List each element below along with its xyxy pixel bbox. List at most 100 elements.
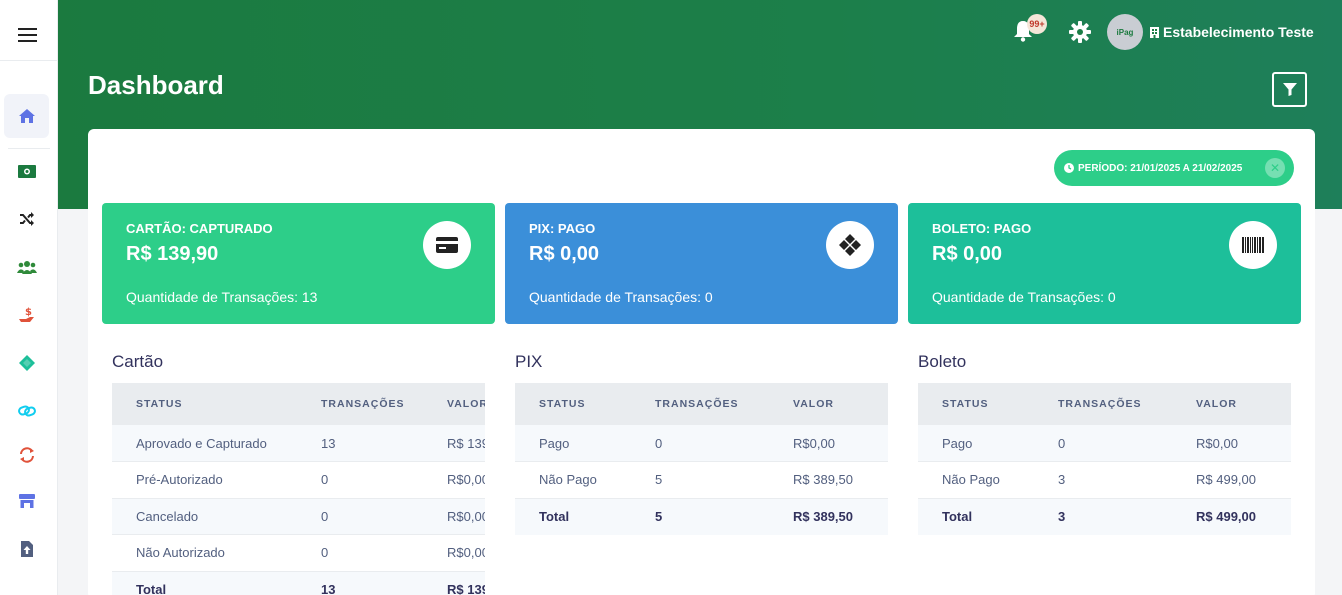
table-row: Pago 0 R$0,00: [515, 425, 888, 462]
sidebar-item-store[interactable]: [4, 479, 49, 523]
table-row: Pré-Autorizado 0 R$0,00: [112, 461, 485, 499]
sidebar-item-links[interactable]: [4, 389, 49, 433]
status-cell: Total: [918, 498, 1034, 535]
stat-icon-circle: [1229, 221, 1277, 269]
column-header: TRANSAÇÕES: [297, 383, 423, 425]
store-icon: [18, 494, 35, 508]
column-header: VALOR: [769, 383, 888, 425]
status-cell: Cancelado: [112, 498, 297, 535]
filter-icon: [1282, 83, 1297, 96]
credit-card-icon: [436, 237, 458, 253]
table-row: Não Autorizado 0 R$0,00: [112, 534, 485, 572]
avatar-logo-text: iPag: [1116, 27, 1134, 37]
column-header: VALOR: [1172, 383, 1291, 425]
transactions-cell: 0: [631, 425, 769, 462]
clock-icon: [1064, 163, 1074, 173]
period-filter-chip: PERÍODO: 21/01/2025 A 21/02/2025 ✕: [1054, 150, 1294, 186]
value-cell: R$0,00: [1172, 425, 1291, 462]
transactions-cell: 13: [297, 425, 423, 462]
sidebar-item-finance[interactable]: [4, 149, 49, 193]
link-icon: [17, 405, 36, 417]
settings-button[interactable]: [1069, 21, 1091, 43]
home-icon: [18, 109, 35, 123]
status-cell: Pago: [918, 425, 1034, 462]
transactions-cell: 5: [631, 498, 769, 535]
stat-value: R$ 139,90: [126, 243, 219, 265]
avatar[interactable]: iPag: [1107, 14, 1143, 50]
sync-icon: [19, 447, 34, 463]
pix-table: STATUS TRANSAÇÕES VALOR Pago 0 R$0,00 Não …: [515, 383, 888, 535]
stat-card-pix: PIX: PAGO R$ 0,00 Quantidade de Transaçõ…: [505, 203, 898, 324]
close-icon: ✕: [1269, 161, 1281, 175]
stat-label: PIX: PAGO: [529, 221, 596, 236]
value-cell: R$ 139,90: [423, 571, 485, 595]
transactions-cell: 5: [631, 461, 769, 499]
status-cell: Aprovado e Capturado: [112, 425, 297, 462]
status-cell: Total: [515, 498, 631, 535]
period-remove-button[interactable]: ✕: [1265, 158, 1285, 178]
barcode-icon: [1242, 237, 1264, 253]
table-total-row: Total 5 R$ 389,50: [515, 498, 888, 535]
filter-button[interactable]: [1272, 72, 1307, 107]
stat-value: R$ 0,00: [932, 243, 1003, 265]
value-cell: R$ 389,50: [769, 498, 888, 535]
transactions-cell: 0: [297, 498, 423, 535]
column-header: STATUS: [515, 383, 631, 425]
table-row: Aprovado e Capturado13R$ 139,90: [112, 425, 485, 462]
value-cell: R$0,00: [423, 461, 485, 499]
value-cell: R$ 499,00: [1172, 498, 1291, 535]
table-row: Não Pago 5 R$ 389,50: [515, 461, 888, 499]
table-section-pix: PIX STATUS TRANSAÇÕES VALOR Pago 0 R$0,00 …: [515, 349, 888, 535]
transactions-cell: 0: [297, 461, 423, 499]
stat-value: R$ 0,00: [529, 243, 600, 265]
table-section-cartao: Cartão STATUS TRANSAÇÕES VALOR Aprovado …: [112, 349, 485, 595]
user-name-label: Estabelecimento Teste: [1163, 24, 1314, 40]
stat-count: Quantidade de Transações: 0: [932, 289, 1116, 305]
pix-icon: [18, 355, 35, 371]
boleto-table: STATUS TRANSAÇÕES VALOR Pago 0 R$0,00 Não …: [918, 383, 1291, 535]
value-cell: R$0,00: [423, 498, 485, 535]
column-header: TRANSAÇÕES: [631, 383, 769, 425]
table-row: Pago 0 R$0,00: [918, 425, 1291, 462]
table-section-boleto: Boleto STATUS TRANSAÇÕES VALOR Pago 0 R$0,…: [918, 349, 1291, 535]
sidebar-item-clients[interactable]: [4, 245, 49, 289]
gear-icon: [1069, 21, 1091, 43]
cartao-table: STATUS TRANSAÇÕES VALOR Aprovado e Captu…: [112, 383, 485, 595]
user-menu[interactable]: Estabelecimento Teste: [1150, 24, 1314, 40]
money-icon: [17, 164, 36, 178]
pix-icon: [839, 234, 861, 256]
status-cell: Não Pago: [918, 461, 1034, 499]
stat-label: CARTÃO: CAPTURADO: [126, 221, 273, 236]
table-title: Boleto: [918, 352, 967, 371]
stat-label: BOLETO: PAGO: [932, 221, 1032, 236]
sidebar-divider: [0, 60, 58, 61]
stat-icon-circle: [423, 221, 471, 269]
building-icon: [1150, 26, 1159, 38]
table-title: PIX: [515, 352, 543, 371]
sidebar: $: [0, 0, 58, 595]
sidebar-item-pix[interactable]: [4, 341, 49, 385]
sidebar-item-transactions[interactable]: [4, 197, 49, 241]
transactions-cell: 0: [1034, 425, 1172, 462]
table-row: Cancelado 0 R$0,00: [112, 498, 485, 535]
sidebar-item-home[interactable]: [4, 94, 49, 138]
hand-money-icon: $: [18, 307, 34, 322]
column-header: VALOR: [423, 383, 485, 425]
stat-card-boleto: BOLETO: PAGO R$ 0,00 Quantidade de Trans…: [908, 203, 1301, 324]
svg-text:$: $: [25, 307, 32, 318]
transactions-cell: 13: [297, 571, 423, 595]
transactions-cell: 3: [1034, 461, 1172, 499]
sidebar-item-receivables[interactable]: $: [4, 293, 49, 337]
stat-card-cartao: CARTÃO: CAPTURADO R$ 139,90 Quantidade d…: [102, 203, 495, 324]
value-cell: R$0,00: [769, 425, 888, 462]
status-cell: Total: [112, 571, 297, 595]
column-header: TRANSAÇÕES: [1034, 383, 1172, 425]
menu-toggle-icon[interactable]: [18, 28, 40, 46]
status-cell: Não Autorizado: [112, 534, 297, 572]
table-title: Cartão: [112, 352, 164, 371]
users-icon: [16, 261, 37, 274]
value-cell: R$ 499,00: [1172, 461, 1291, 499]
sidebar-item-recurrence[interactable]: [4, 433, 49, 477]
table-scroll-container[interactable]: STATUS TRANSAÇÕES VALOR Aprovado e Captu…: [112, 383, 485, 595]
sidebar-item-upload[interactable]: [4, 527, 49, 571]
